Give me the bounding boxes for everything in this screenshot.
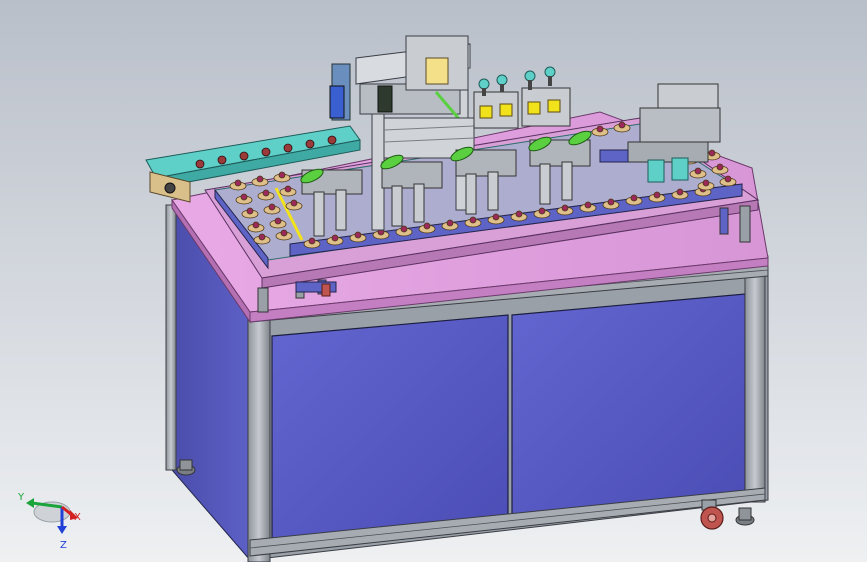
axis-x-label: X — [74, 512, 81, 523]
axis-y-label: Y — [17, 492, 25, 503]
cad-3d-viewport[interactable]: Y X Z — [0, 0, 867, 562]
axis-triad: Y X Z — [17, 492, 81, 551]
axis-z-label: Z — [60, 540, 67, 551]
